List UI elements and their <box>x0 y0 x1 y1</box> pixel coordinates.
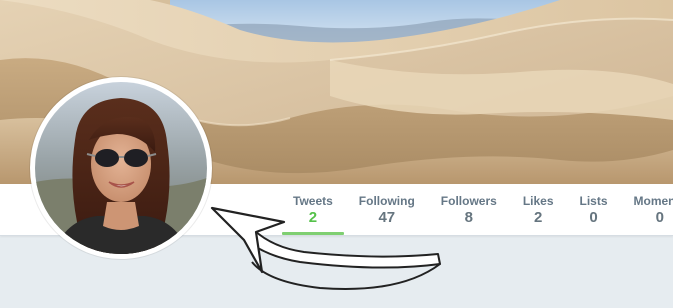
stat-following[interactable]: Following 47 <box>346 184 428 235</box>
stat-likes-label: Likes <box>522 194 554 208</box>
stat-lists-label: Lists <box>579 194 608 208</box>
stat-moments-value: 0 <box>655 209 665 226</box>
stat-likes-value: 2 <box>533 209 543 226</box>
profile-page: Tweets 2 Following 47 Followers 8 Likes … <box>0 0 673 308</box>
stat-following-value: 47 <box>378 209 396 226</box>
stat-followers[interactable]: Followers 8 <box>428 184 510 235</box>
stat-followers-label: Followers <box>440 194 497 208</box>
stat-tweets-value: 2 <box>308 209 318 226</box>
stat-followers-value: 8 <box>464 209 473 226</box>
stat-tweets[interactable]: Tweets 2 <box>280 184 346 235</box>
profile-avatar[interactable] <box>30 77 212 259</box>
stat-moments-label: Moments <box>633 194 673 208</box>
avatar-photo <box>35 82 207 254</box>
stat-tweets-label: Tweets <box>293 194 333 208</box>
stat-likes[interactable]: Likes 2 <box>510 184 567 235</box>
stat-lists[interactable]: Lists 0 <box>567 184 621 235</box>
stat-following-label: Following <box>358 194 415 208</box>
stat-lists-value: 0 <box>589 209 598 226</box>
profile-stats: Tweets 2 Following 47 Followers 8 Likes … <box>280 184 673 235</box>
stat-moments[interactable]: Moments 0 <box>621 184 673 235</box>
